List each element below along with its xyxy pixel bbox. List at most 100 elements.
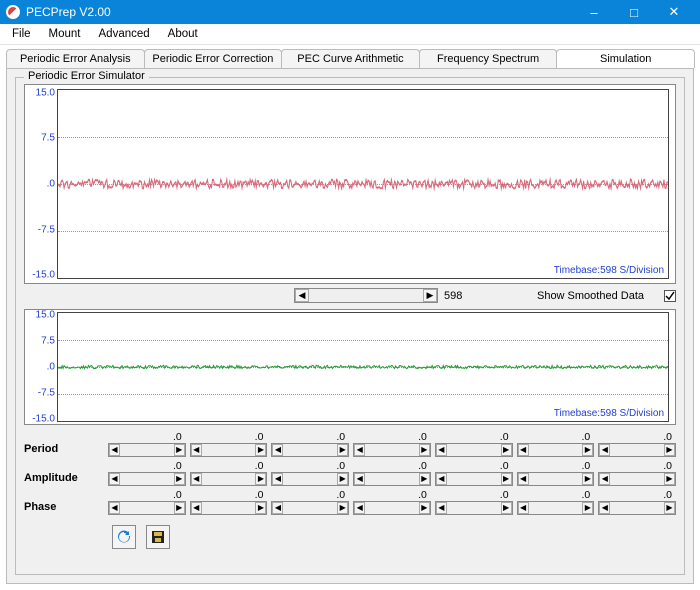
slider-left-icon[interactable]: ◀ <box>436 444 447 456</box>
param-amplitude-6: .0◀▶ <box>598 460 676 486</box>
param-slider[interactable]: ◀▶ <box>271 501 349 515</box>
slider-left-icon[interactable]: ◀ <box>191 444 202 456</box>
param-value: .0 <box>598 431 676 443</box>
tab-analysis[interactable]: Periodic Error Analysis <box>6 49 145 68</box>
save-button[interactable] <box>146 525 170 549</box>
param-slider[interactable]: ◀▶ <box>353 501 431 515</box>
menu-mount[interactable]: Mount <box>41 26 89 42</box>
slider-right-icon[interactable]: ▶ <box>582 473 593 485</box>
ytick: -7.5 <box>38 388 55 399</box>
param-slider[interactable]: ◀▶ <box>353 472 431 486</box>
slider-right-icon[interactable]: ▶ <box>419 502 430 514</box>
slider-right-icon[interactable]: ▶ <box>255 473 266 485</box>
menu-about[interactable]: About <box>160 26 206 42</box>
tab-simulation[interactable]: Simulation <box>556 49 695 68</box>
param-slider[interactable]: ◀▶ <box>517 472 595 486</box>
slider-right-icon[interactable]: ▶ <box>664 502 675 514</box>
ytick: 7.5 <box>41 335 55 346</box>
smoothed-label: Show Smoothed Data <box>537 290 644 302</box>
ytick: -7.5 <box>38 224 55 235</box>
param-amplitude-5: .0◀▶ <box>517 460 595 486</box>
menu-file[interactable]: File <box>4 26 39 42</box>
minimize-button[interactable]: – <box>574 0 614 24</box>
app-icon <box>6 5 20 19</box>
param-value: .0 <box>517 431 595 443</box>
slider-left-icon[interactable]: ◀ <box>518 502 529 514</box>
param-value: .0 <box>108 431 186 443</box>
slider-right-icon[interactable]: ▶ <box>664 473 675 485</box>
slider-left-icon[interactable]: ◀ <box>599 502 610 514</box>
ytick: 15.0 <box>36 87 55 98</box>
slider-left-icon[interactable]: ◀ <box>518 444 529 456</box>
slider-left-icon[interactable]: ◀ <box>191 502 202 514</box>
slider-right-icon[interactable]: ▶ <box>174 473 185 485</box>
slider-right-icon[interactable]: ▶ <box>419 444 430 456</box>
slider-left-icon[interactable]: ◀ <box>599 444 610 456</box>
tab-correction[interactable]: Periodic Error Correction <box>144 49 283 68</box>
slider-left-icon[interactable]: ◀ <box>436 502 447 514</box>
slider-right-icon[interactable]: ▶ <box>582 502 593 514</box>
param-slider[interactable]: ◀▶ <box>190 443 268 457</box>
slider-right-icon[interactable]: ▶ <box>174 444 185 456</box>
param-slider[interactable]: ◀▶ <box>271 472 349 486</box>
horizontal-scrollbar[interactable]: ◀ ▶ <box>294 288 438 303</box>
maximize-button[interactable]: □ <box>614 0 654 24</box>
param-slider[interactable]: ◀▶ <box>190 501 268 515</box>
param-period-0: .0◀▶ <box>108 431 186 457</box>
chart-controls-row: ◀ ▶ 598 Show Smoothed Data <box>24 288 676 303</box>
slider-left-icon[interactable]: ◀ <box>109 473 120 485</box>
param-slider[interactable]: ◀▶ <box>190 472 268 486</box>
slider-right-icon[interactable]: ▶ <box>337 502 348 514</box>
scroll-left-icon[interactable]: ◀ <box>295 289 309 302</box>
slider-right-icon[interactable]: ▶ <box>664 444 675 456</box>
param-slider[interactable]: ◀▶ <box>598 472 676 486</box>
param-slider[interactable]: ◀▶ <box>108 501 186 515</box>
param-slider[interactable]: ◀▶ <box>271 443 349 457</box>
param-slider[interactable]: ◀▶ <box>108 472 186 486</box>
param-slider[interactable]: ◀▶ <box>353 443 431 457</box>
param-period-1: .0◀▶ <box>190 431 268 457</box>
param-slider[interactable]: ◀▶ <box>598 443 676 457</box>
tab-spectrum[interactable]: Frequency Spectrum <box>419 49 558 68</box>
param-slider[interactable]: ◀▶ <box>517 443 595 457</box>
param-slider[interactable]: ◀▶ <box>435 501 513 515</box>
slider-right-icon[interactable]: ▶ <box>419 473 430 485</box>
slider-left-icon[interactable]: ◀ <box>518 473 529 485</box>
param-slider[interactable]: ◀▶ <box>435 472 513 486</box>
slider-left-icon[interactable]: ◀ <box>272 473 283 485</box>
param-slider[interactable]: ◀▶ <box>108 443 186 457</box>
slider-right-icon[interactable]: ▶ <box>582 444 593 456</box>
slider-left-icon[interactable]: ◀ <box>354 502 365 514</box>
slider-right-icon[interactable]: ▶ <box>255 444 266 456</box>
slider-left-icon[interactable]: ◀ <box>272 444 283 456</box>
slider-left-icon[interactable]: ◀ <box>109 444 120 456</box>
slider-left-icon[interactable]: ◀ <box>354 444 365 456</box>
slider-right-icon[interactable]: ▶ <box>501 502 512 514</box>
ytick: 7.5 <box>41 133 55 144</box>
param-label-phase: Phase <box>24 501 104 515</box>
slider-left-icon[interactable]: ◀ <box>272 502 283 514</box>
slider-right-icon[interactable]: ▶ <box>337 473 348 485</box>
param-slider[interactable]: ◀▶ <box>517 501 595 515</box>
chart-smoothed: 15.0 7.5 .0 -7.5 -15.0 Timebase:598 S/Di… <box>24 309 676 425</box>
slider-left-icon[interactable]: ◀ <box>436 473 447 485</box>
scroll-right-icon[interactable]: ▶ <box>423 289 437 302</box>
close-button[interactable]: ✕ <box>654 0 694 24</box>
slider-right-icon[interactable]: ▶ <box>174 502 185 514</box>
slider-right-icon[interactable]: ▶ <box>337 444 348 456</box>
menu-advanced[interactable]: Advanced <box>91 26 158 42</box>
slider-right-icon[interactable]: ▶ <box>501 473 512 485</box>
tab-arithmetic[interactable]: PEC Curve Arithmetic <box>281 49 420 68</box>
param-slider[interactable]: ◀▶ <box>598 501 676 515</box>
menubar: File Mount Advanced About <box>0 24 700 45</box>
refresh-button[interactable] <box>112 525 136 549</box>
slider-right-icon[interactable]: ▶ <box>501 444 512 456</box>
slider-left-icon[interactable]: ◀ <box>599 473 610 485</box>
slider-right-icon[interactable]: ▶ <box>255 502 266 514</box>
slider-left-icon[interactable]: ◀ <box>109 502 120 514</box>
param-slider[interactable]: ◀▶ <box>435 443 513 457</box>
smoothed-checkbox[interactable] <box>664 290 676 302</box>
slider-left-icon[interactable]: ◀ <box>191 473 202 485</box>
param-value: .0 <box>190 460 268 472</box>
slider-left-icon[interactable]: ◀ <box>354 473 365 485</box>
